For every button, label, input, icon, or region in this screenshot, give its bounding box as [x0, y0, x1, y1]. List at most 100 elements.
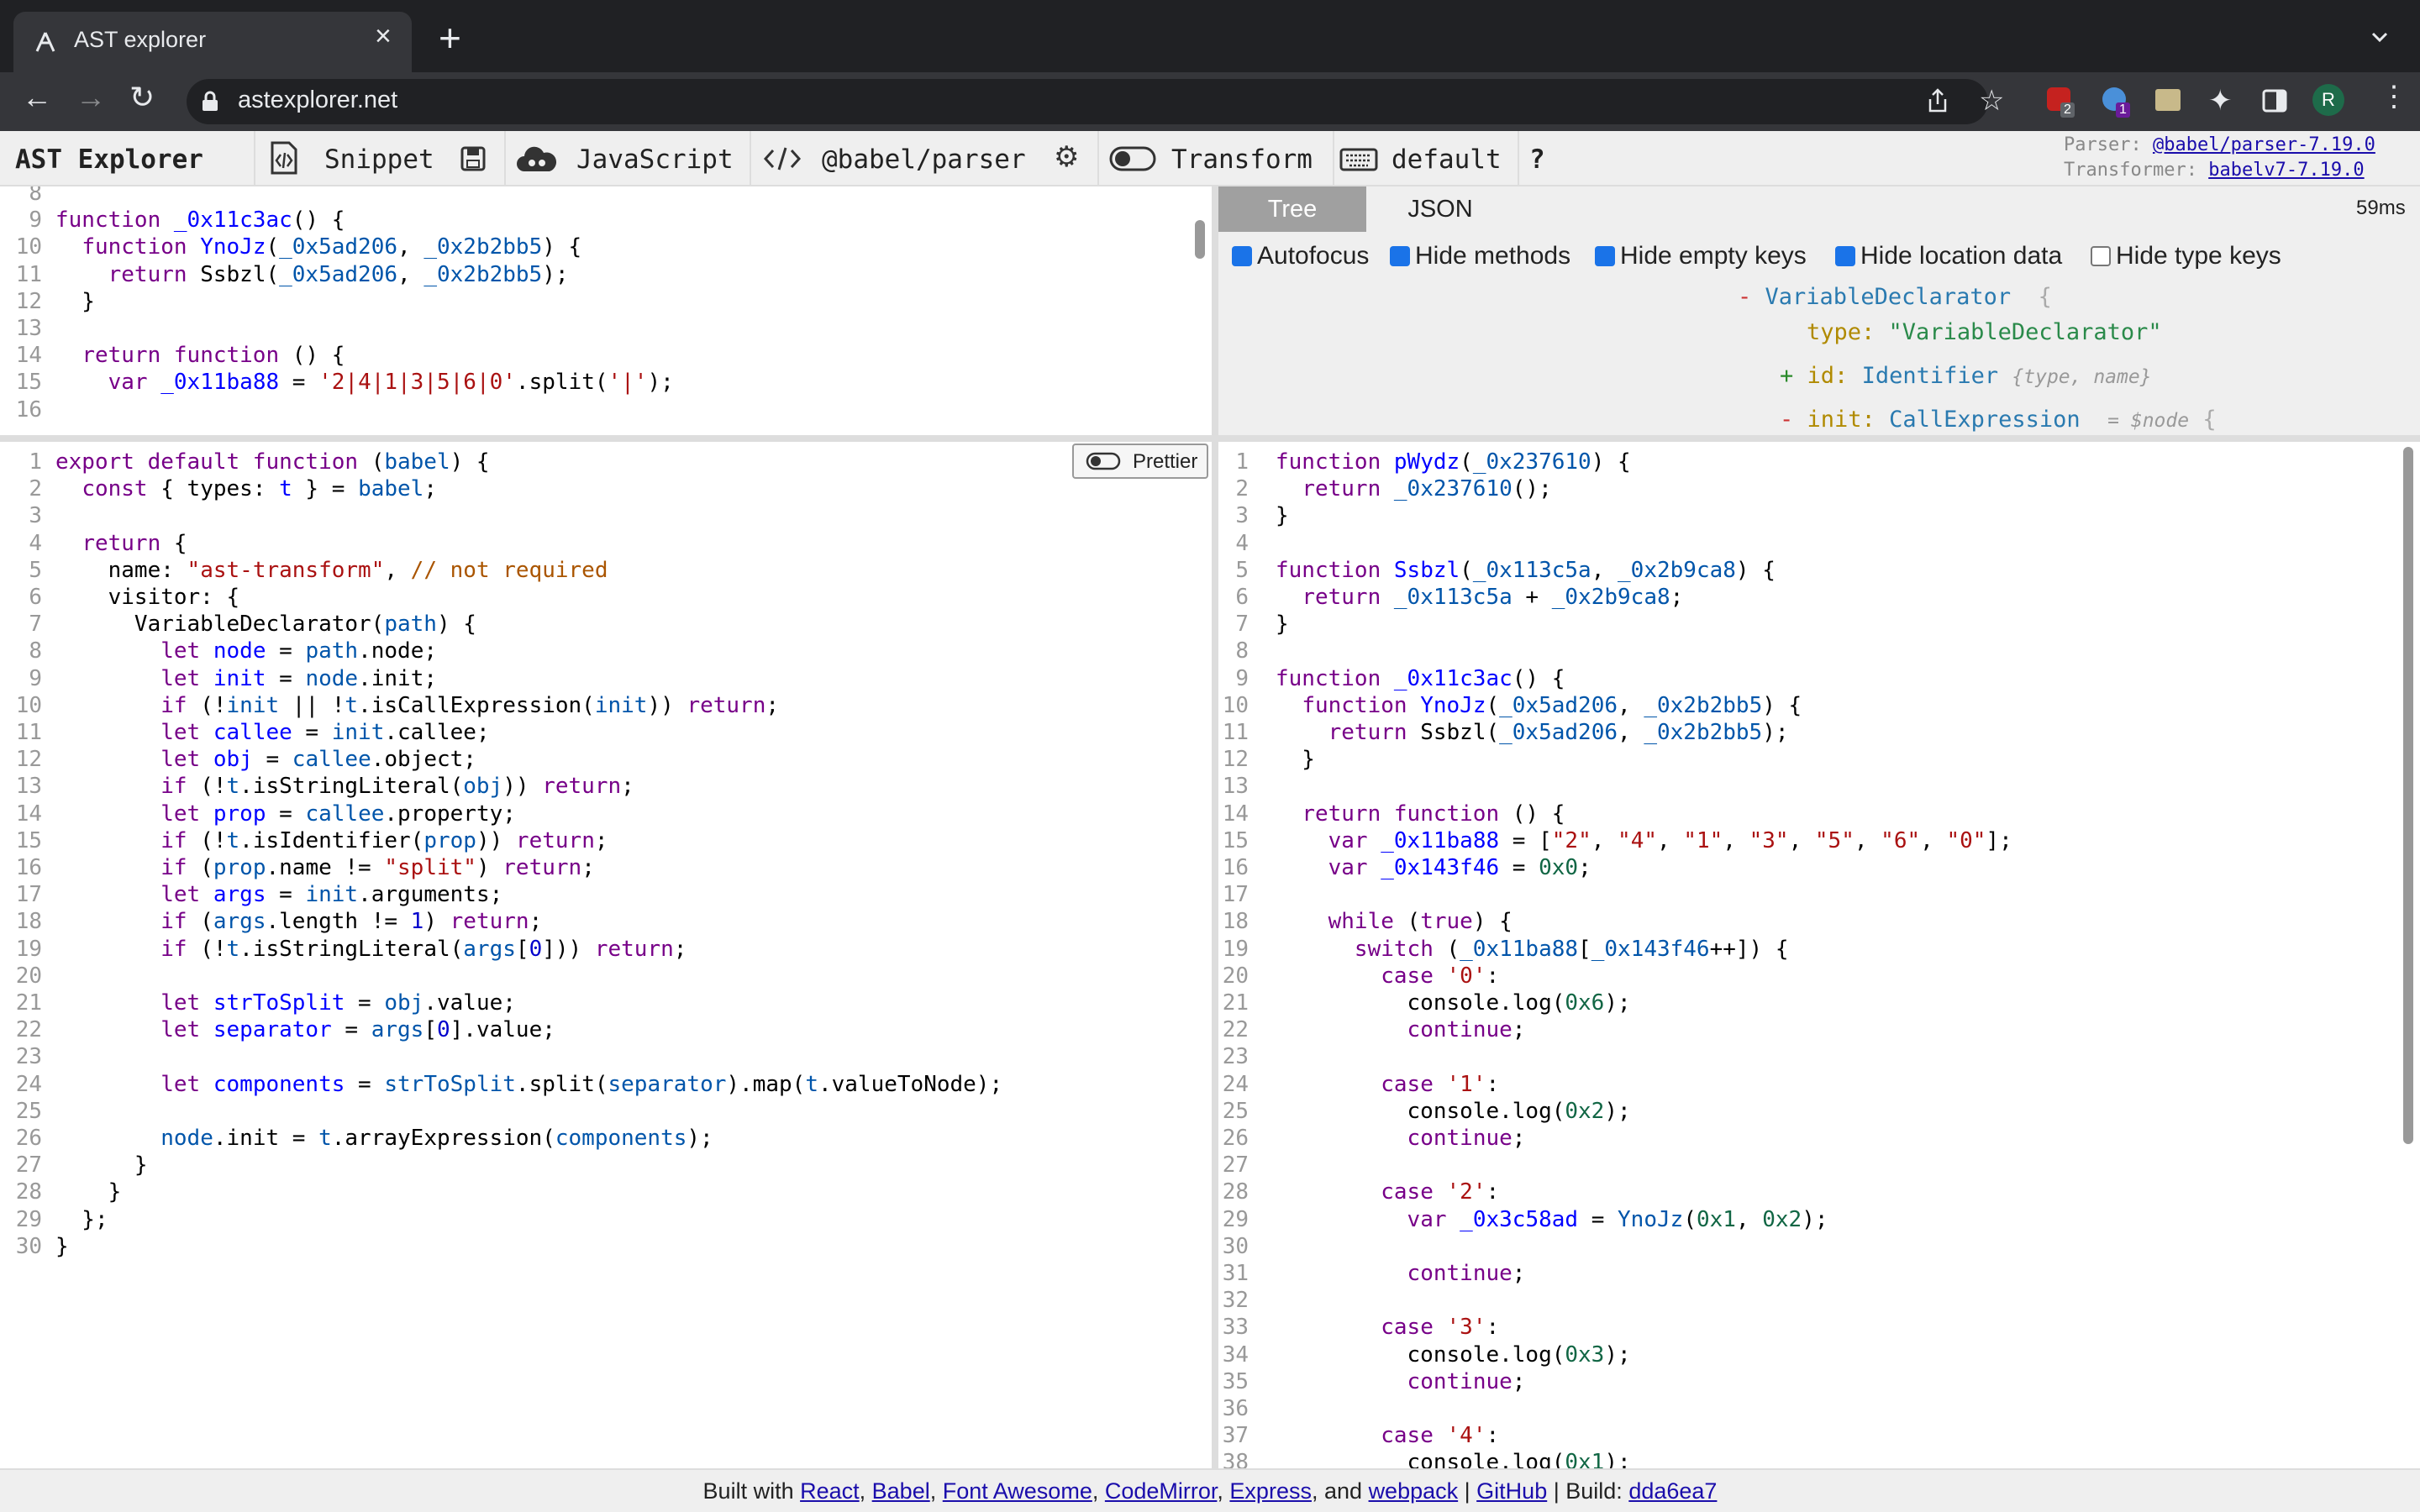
output-scrollbar[interactable] [2403, 447, 2413, 1144]
code-token: ); [1802, 1206, 1828, 1232]
code-token: ; [1670, 585, 1684, 610]
code-line: switch (_0x11ba88[_0x143f46++]) { [1276, 936, 1789, 963]
forward-icon[interactable]: → [76, 82, 106, 113]
code-token: )) [647, 692, 687, 718]
code-token: , [1657, 827, 1684, 853]
footer-link-font-awesome[interactable]: Font Awesome [943, 1478, 1092, 1504]
footer-and: and [1323, 1478, 1363, 1504]
footer-link-codemirror[interactable]: CodeMirror [1105, 1478, 1218, 1504]
footer-link-webpack[interactable]: webpack [1369, 1478, 1459, 1504]
source-editor-scrollbar[interactable] [1195, 220, 1205, 259]
lock-icon[interactable] [200, 91, 220, 113]
share-icon[interactable] [1926, 87, 1949, 114]
tab-search-chevron-icon[interactable] [2368, 25, 2391, 49]
side-panel-icon[interactable] [2262, 89, 2287, 113]
code-token: return [515, 827, 595, 853]
code-token: 0x3 [1565, 1341, 1605, 1368]
close-tab-icon[interactable]: × [375, 22, 392, 50]
expand-toggle[interactable]: + [1780, 363, 1793, 389]
tab-tree[interactable]: Tree [1218, 186, 1366, 232]
bookmark-star-icon[interactable]: ☆ [1979, 84, 2004, 118]
checkbox[interactable] [1835, 246, 1855, 266]
checkbox[interactable] [1595, 246, 1615, 266]
tree-prop-id[interactable]: + id: Identifier {type, name} [1780, 363, 2152, 389]
collapse-toggle[interactable]: - [1738, 284, 1751, 310]
language-cloud-icon[interactable] [516, 144, 558, 173]
hide-empty-keys-option[interactable]: Hide empty keys [1595, 242, 1807, 270]
checkbox[interactable] [2091, 246, 2111, 266]
transform-toggle[interactable]: Transform [1171, 144, 1313, 175]
code-line: console.log(0x1); [1276, 1449, 1631, 1468]
collapse-toggle[interactable]: - [1780, 407, 1793, 433]
code-token: let [160, 638, 213, 664]
save-icon[interactable] [460, 146, 486, 171]
code-token: ( [1446, 936, 1460, 962]
code-token: continue [1407, 1017, 1512, 1043]
snippet-menu[interactable]: Snippet [324, 144, 434, 175]
prettier-button[interactable]: Prettier [1072, 444, 1208, 479]
new-tab-icon[interactable]: + [439, 18, 461, 57]
footer-build-hash-link[interactable]: dda6ea7 [1628, 1478, 1717, 1504]
code-line: case '0': [1276, 963, 1499, 990]
parser-settings-gear-icon[interactable]: ⚙ [1054, 143, 1079, 171]
transform-code-editor[interactable]: 1 export default function (babel) {2 cons… [0, 442, 1212, 1468]
code-token: path [305, 638, 359, 664]
footer-link-babel[interactable]: Babel [872, 1478, 930, 1504]
toolbar-divider [504, 131, 506, 186]
hide-location-data-option[interactable]: Hide location data [1835, 242, 2062, 270]
keymap-menu[interactable]: default [1392, 144, 1502, 175]
parser-menu[interactable]: @babel/parser [822, 144, 1026, 175]
profile-avatar[interactable]: R [2312, 84, 2344, 116]
code-line: return _0x237610(); [1276, 475, 1551, 502]
code-token: ; [581, 855, 595, 880]
code-line: while (true) { [1276, 908, 1512, 935]
output-code-viewer[interactable]: 1 function pWydz(_0x237610) {2 return _0x… [1220, 442, 2396, 1468]
checkbox[interactable] [1390, 246, 1410, 266]
parser-version-link[interactable]: @babel/parser-7.19.0 [2153, 134, 2375, 155]
code-token: let [160, 1017, 213, 1043]
code-token: return [594, 936, 674, 962]
hide-methods-option[interactable]: Hide methods [1390, 242, 1570, 270]
code-token: .isIdentifier( [239, 827, 424, 853]
tab-json[interactable]: JSON [1366, 186, 1514, 232]
language-menu[interactable]: JavaScript [576, 144, 734, 175]
vertical-pane-splitter[interactable] [1212, 186, 1218, 1468]
pane-splitter[interactable] [1218, 435, 2420, 442]
autofocus-option[interactable]: Autofocus [1232, 242, 1369, 270]
transform-toggle-icon[interactable] [1109, 146, 1156, 171]
transformer-version-link[interactable]: babelv7-7.19.0 [2208, 160, 2364, 181]
extension-icon[interactable] [2155, 89, 2181, 111]
url-text[interactable]: astexplorer.net [238, 87, 397, 114]
footer-link-react[interactable]: React [800, 1478, 860, 1504]
toolbar-divider [1333, 131, 1334, 186]
tree-node-variable-declarator[interactable]: - VariableDeclarator { [1738, 284, 2052, 310]
reload-icon[interactable]: ↻ [129, 82, 155, 113]
keyboard-icon[interactable] [1339, 148, 1378, 171]
browser-menu-icon[interactable]: ⋮ [2380, 82, 2408, 111]
source-code-editor[interactable]: 8 9 function _0x11c3ac() {10 function YnoJ… [0, 186, 1212, 435]
code-line: } [55, 1233, 69, 1260]
snippet-file-icon[interactable] [269, 141, 299, 175]
code-token: ; [1578, 855, 1591, 880]
checkbox[interactable] [1232, 246, 1252, 266]
footer-link-github[interactable]: GitHub [1476, 1478, 1547, 1504]
tree-prop-init[interactable]: - init: CallExpression = $node { [1780, 407, 2217, 433]
line-number: 10 [15, 234, 42, 260]
footer-link-express[interactable]: Express [1229, 1478, 1312, 1504]
address-bar[interactable] [187, 79, 1988, 124]
code-token: = [266, 882, 306, 908]
back-icon[interactable]: ← [22, 82, 52, 113]
help-icon[interactable]: ? [1529, 144, 1545, 175]
line-number: 10 [15, 692, 42, 718]
code-token: "1" [1683, 827, 1723, 853]
code-icon[interactable] [763, 146, 802, 171]
code-line: node.init = t.arrayExpression(components… [55, 1125, 713, 1152]
hide-type-keys-option[interactable]: Hide type keys [2091, 242, 2281, 270]
puzzle-extensions-icon[interactable]: ✦ [2208, 84, 2233, 118]
pane-splitter[interactable] [0, 435, 1212, 442]
